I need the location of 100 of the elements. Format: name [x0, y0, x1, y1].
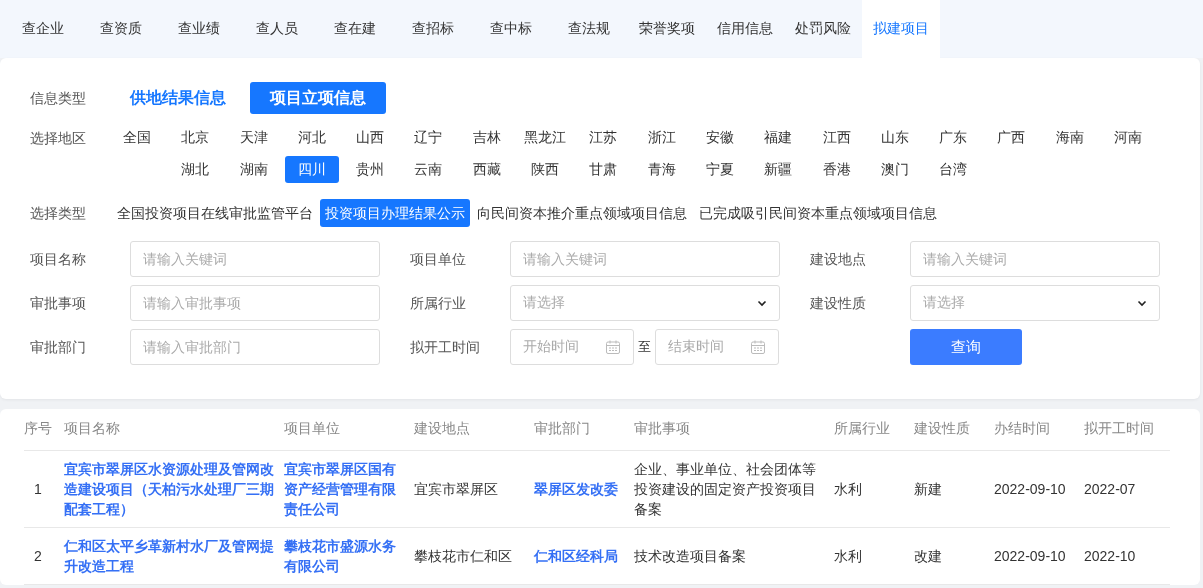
- field-label: 建设地点: [810, 250, 867, 269]
- nav-tab[interactable]: 拟建项目: [862, 0, 940, 58]
- calendar-icon: [605, 339, 621, 355]
- table-cell: 技术改造项目备案: [634, 527, 834, 584]
- table-link[interactable]: 仁和区太平乡革新村水厂及管网提升改造工程: [64, 527, 284, 584]
- region-option[interactable]: 河南: [1101, 124, 1156, 151]
- region-option[interactable]: 黑龙江: [518, 124, 573, 151]
- region-option[interactable]: 澳门: [867, 156, 922, 183]
- table-cell: 企业、事业单位、社会团体等投资建设的固定资产投资项目备案: [634, 450, 834, 527]
- column-header: 审批部门: [534, 409, 634, 450]
- region-option[interactable]: 香港: [809, 156, 864, 183]
- region-option[interactable]: 贵州: [343, 156, 398, 183]
- table-link[interactable]: 宜宾市翠屏区水资源处理及管网改造建设项目（天柏污水处理厂三期配套工程）: [64, 450, 284, 527]
- region-option[interactable]: 福建: [751, 124, 806, 151]
- nav-tab[interactable]: 查法规: [550, 0, 628, 58]
- nav-tab[interactable]: 查资质: [82, 0, 160, 58]
- column-header: 项目单位: [284, 409, 414, 450]
- region-option[interactable]: 吉林: [459, 124, 514, 151]
- region-option[interactable]: 宁夏: [692, 156, 747, 183]
- table-cell: 1: [24, 450, 64, 527]
- column-header: 序号: [24, 409, 64, 450]
- region-option[interactable]: 江苏: [576, 124, 631, 151]
- column-header: 项目名称: [64, 409, 284, 450]
- field-label: 审批部门: [30, 338, 87, 357]
- table-cell: 2022-07: [1084, 450, 1170, 527]
- region-option[interactable]: 辽宁: [401, 124, 456, 151]
- region-option[interactable]: 陕西: [518, 156, 573, 183]
- type-option[interactable]: 投资项目办理结果公示: [320, 199, 470, 227]
- nav-tab[interactable]: 查中标: [472, 0, 550, 58]
- region-option[interactable]: 云南: [401, 156, 456, 183]
- region-option[interactable]: 湖北: [168, 156, 223, 183]
- chevron-down-icon: [1137, 299, 1147, 307]
- field-label: 项目名称: [30, 250, 87, 269]
- nav-tab[interactable]: 查人员: [238, 0, 316, 58]
- region-option[interactable]: 北京: [168, 124, 223, 151]
- table-cell: 2022-09-10: [994, 527, 1084, 584]
- column-header: 建设地点: [414, 409, 534, 450]
- type-option[interactable]: 已完成吸引民间资本重点领域项目信息: [694, 199, 942, 227]
- nav-tab[interactable]: 信用信息: [706, 0, 784, 58]
- region-option[interactable]: 山东: [867, 124, 922, 151]
- input-field[interactable]: 请输入审批部门: [130, 329, 380, 365]
- region-option[interactable]: 安徽: [692, 124, 747, 151]
- field-label: 所属行业: [410, 294, 467, 313]
- region-option[interactable]: 广西: [984, 124, 1039, 151]
- region-option[interactable]: 河北: [284, 124, 339, 151]
- table-cell: 2: [24, 527, 64, 584]
- input-field[interactable]: 请输入关键词: [130, 241, 380, 277]
- column-header: 办结时间: [994, 409, 1084, 450]
- column-header: 建设性质: [914, 409, 994, 450]
- type-option[interactable]: 全国投资项目在线审批监管平台: [112, 199, 318, 227]
- info-type-tab[interactable]: 供地结果信息: [130, 82, 226, 114]
- region-option[interactable]: 四川: [284, 156, 339, 183]
- column-header: 拟开工时间: [1084, 409, 1170, 450]
- calendar-icon: [750, 339, 766, 355]
- table-cell: 改建: [914, 527, 994, 584]
- column-header: 审批事项: [634, 409, 834, 450]
- nav-tab[interactable]: 处罚风险: [784, 0, 862, 58]
- region-option[interactable]: 甘肃: [576, 156, 631, 183]
- region-option[interactable]: 青海: [634, 156, 689, 183]
- field-label: 建设性质: [810, 294, 867, 313]
- table-cell: 水利: [834, 527, 914, 584]
- table-cell: 攀枝花市仁和区: [414, 527, 534, 584]
- region-option[interactable]: 浙江: [634, 124, 689, 151]
- nav-tab[interactable]: 查招标: [394, 0, 472, 58]
- field-label: 拟开工时间: [410, 338, 481, 357]
- nav-tab[interactable]: 查企业: [4, 0, 82, 58]
- region-option[interactable]: 天津: [226, 124, 281, 151]
- region-option[interactable]: 海南: [1042, 124, 1097, 151]
- table-link[interactable]: 宜宾市翠屏区国有资产经营管理有限责任公司: [284, 450, 414, 527]
- row-label: 信息类型: [30, 89, 87, 108]
- query-button[interactable]: 查询: [910, 329, 1022, 365]
- input-field[interactable]: 请输入关键词: [510, 241, 780, 277]
- nav-tab[interactable]: 查业绩: [160, 0, 238, 58]
- input-field[interactable]: 请输入关键词: [910, 241, 1160, 277]
- table-cell: 宜宾市翠屏区: [414, 450, 534, 527]
- table-link[interactable]: 攀枝花市盛源水务有限公司: [284, 527, 414, 584]
- input-field[interactable]: 请输入审批事项: [130, 285, 380, 321]
- range-separator: 至: [638, 338, 651, 356]
- table-cell: 水利: [834, 450, 914, 527]
- info-type-tab[interactable]: 项目立项信息: [250, 82, 386, 114]
- chevron-down-icon: [757, 299, 767, 307]
- table-cell: 2022-09-10: [994, 450, 1084, 527]
- nav-tab[interactable]: 荣誉奖项: [628, 0, 706, 58]
- region-option[interactable]: 山西: [343, 124, 398, 151]
- column-header: 所属行业: [834, 409, 914, 450]
- table-cell: 2022-10: [1084, 527, 1170, 584]
- field-label: 审批事项: [30, 294, 87, 313]
- region-option[interactable]: 台湾: [926, 156, 981, 183]
- region-option[interactable]: 全国: [110, 124, 164, 151]
- table-link[interactable]: 仁和区经科局: [534, 527, 634, 584]
- region-option[interactable]: 广东: [926, 124, 981, 151]
- nav-tab[interactable]: 查在建: [316, 0, 394, 58]
- region-option[interactable]: 湖南: [226, 156, 281, 183]
- table-link[interactable]: 翠屏区发改委: [534, 450, 634, 527]
- region-option[interactable]: 江西: [809, 124, 864, 151]
- table-cell: 新建: [914, 450, 994, 527]
- region-option[interactable]: 西藏: [459, 156, 514, 183]
- row-label: 选择地区: [30, 129, 87, 148]
- type-option[interactable]: 向民间资本推介重点领域项目信息: [472, 199, 692, 227]
- region-option[interactable]: 新疆: [751, 156, 806, 183]
